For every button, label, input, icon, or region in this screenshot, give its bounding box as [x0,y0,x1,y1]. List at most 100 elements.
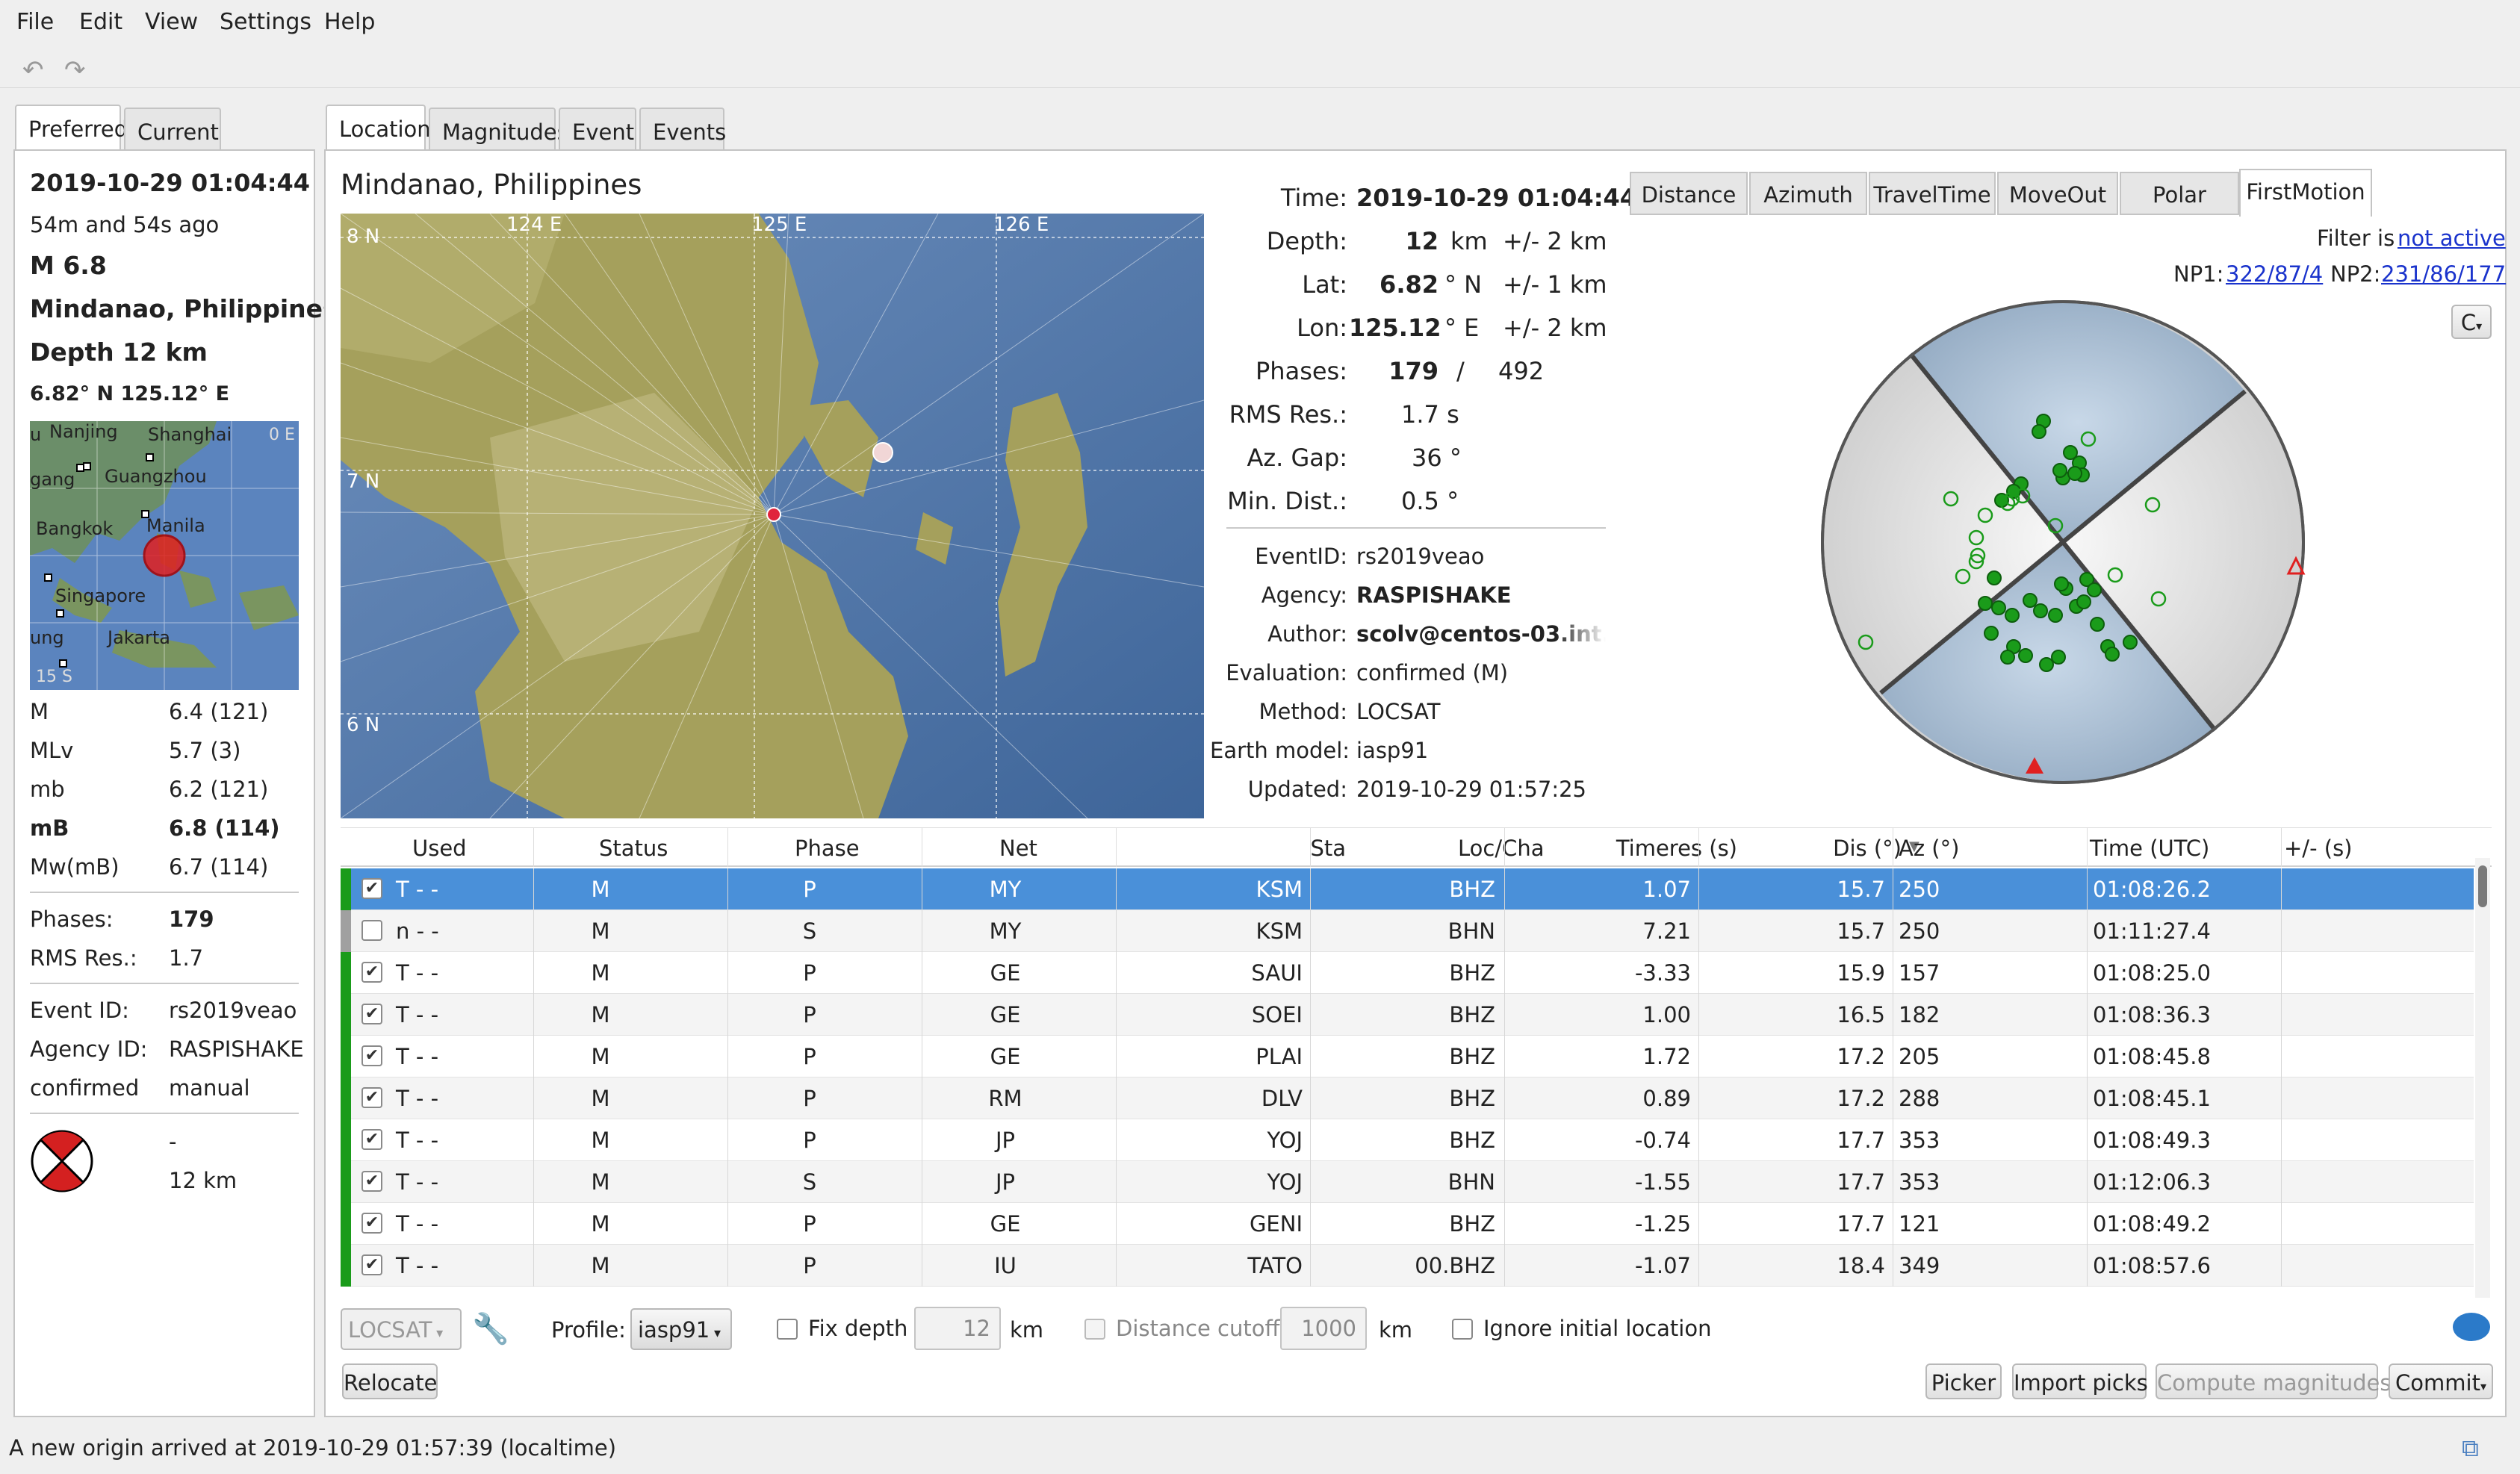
plot-tab-azimuth[interactable]: Azimuth [1749,172,1867,215]
used-checkbox[interactable]: ✔ [361,1087,382,1108]
used-checkbox[interactable]: ✔ [361,1129,382,1150]
cell-sta: KSM [1256,877,1303,902]
used-checkbox[interactable]: ✔ [361,1004,382,1024]
toolbar: ↶ ↷ [0,46,2520,88]
cell-net: GE [990,1044,1021,1069]
map-grid-label: 6 N [347,714,380,736]
cell-net: GE [990,960,1021,986]
picker-button[interactable]: Picker [1925,1363,2002,1399]
table-scrollbar[interactable] [2475,858,2490,1298]
scrollbar-thumb[interactable] [2478,865,2487,907]
plot-tab-firstmotion[interactable]: FirstMotion [2239,169,2372,217]
summary-coords: 6.82° N 125.12° E [30,382,230,405]
col-dis[interactable]: Dis (°) [1790,836,1902,861]
used-checkbox[interactable]: ✔ [361,962,382,983]
arrivals-table[interactable]: Used Status Phase Net Sta Loc/Cha Timere… [341,827,2492,1298]
menu-edit[interactable]: Edit [79,9,122,35]
distance-cutoff-input[interactable]: 1000 [1280,1307,1367,1350]
cell-time: 01:08:45.1 [2093,1086,2211,1111]
col-status[interactable]: Status [599,836,668,861]
fix-depth-input[interactable]: 12 [914,1307,1001,1350]
wrench-icon[interactable]: 🔧 [472,1311,509,1346]
cell-status: M [591,1169,610,1195]
used-checkbox[interactable]: ✔ [361,1254,382,1275]
plot-tab-traveltime[interactable]: TravelTime [1869,172,1996,215]
used-checkbox[interactable] [361,920,382,941]
table-row[interactable]: ✔ T - - M S JP YOJ BHN -1.55 17.7 353 01:12:06.3 [341,1161,2474,1203]
col-time[interactable]: Time (UTC) [2090,836,2209,861]
table-row[interactable]: ✔ T - - M P MY KSM BHZ 1.07 15.7 250 01:08:26.2 [341,868,2474,910]
menu-settings[interactable]: Settings [220,9,311,35]
used-checkbox[interactable]: ✔ [361,1171,382,1192]
chat-bubble-icon[interactable] [2453,1313,2490,1341]
focal-mechanism-beachball-icon [30,1129,94,1193]
col-uncertainty[interactable]: +/- (s) [2284,836,2353,861]
distance-cutoff-checkbox[interactable] [1084,1319,1105,1340]
col-phase[interactable]: Phase [795,836,860,861]
table-row[interactable]: ✔ T - - M P GE SAUI BHZ -3.33 15.9 157 01:08:25.0 [341,952,2474,994]
table-row[interactable]: ✔ T - - M P RM DLV BHZ 0.89 17.2 288 01:08:45.1 [341,1077,2474,1119]
locator-dropdown[interactable]: LOCSAT ▾ [341,1308,462,1350]
used-checkbox[interactable]: ✔ [361,1213,382,1234]
filter-status-link[interactable]: not active [2398,226,2506,251]
divider [1226,527,1606,529]
redo-icon[interactable]: ↷ [64,55,86,85]
ignore-initial-location-checkbox[interactable] [1452,1319,1473,1340]
col-net[interactable]: Net [999,836,1037,861]
plot-tab-polar[interactable]: Polar [2120,172,2239,215]
col-loc-cha[interactable]: Loc/Cha [1458,836,1545,861]
cell-timeres: -1.07 [1634,1253,1691,1278]
table-row[interactable]: ✔ T - - M P IU TATO 00.BHZ -1.07 18.4 349 01:08:57… [341,1245,2474,1287]
tab-current[interactable]: Current [124,108,221,151]
tab-preferred[interactable]: Preferred [15,105,128,151]
col-az[interactable]: Az (°) [1899,836,1959,861]
mag-value-preferred: 6.8 (114) [169,815,280,841]
compute-magnitudes-button[interactable]: Compute magnitudes [2156,1363,2391,1399]
cell-loc-cha: BHZ [1449,1044,1495,1069]
np1-link[interactable]: 322/87/4 [2226,261,2323,287]
cell-time: 01:08:25.0 [2093,960,2211,986]
firstmotion-menu-button[interactable]: C▾ [2451,305,2492,339]
fix-depth-checkbox[interactable] [777,1319,798,1340]
menu-file[interactable]: File [16,9,54,35]
commit-button[interactable]: Commit▾ [2389,1363,2493,1399]
cell-timeres: -0.74 [1634,1128,1691,1153]
np2-link[interactable]: 231/86/177 [2381,261,2506,287]
location-map[interactable]: 124 E 125 E 126 E 8 N 7 N 6 N [341,214,1204,818]
table-row[interactable]: ✔ T - - M P GE SOEI BHZ 1.00 16.5 182 01:08:36.3 [341,994,2474,1036]
used-indicator [341,1161,351,1203]
firstmotion-beachball[interactable] [1816,296,2309,789]
cell-flag: T - - [396,960,439,986]
menu-bar: File Edit View Settings Help [0,0,2520,43]
menu-help[interactable]: Help [324,9,375,35]
profile-dropdown[interactable]: iasp91 ▾ [630,1308,732,1350]
evaluation-mode: manual [169,1075,250,1101]
table-row[interactable]: ✔ T - - M P JP YOJ BHZ -0.74 17.7 353 01:08:49.3 [341,1119,2474,1161]
table-row[interactable]: ✔ T - - M P GE GENI BHZ -1.25 17.7 121 01:08:49.2 [341,1203,2474,1245]
connection-icon: ⧉ [2462,1434,2479,1462]
used-checkbox[interactable]: ✔ [361,878,382,899]
used-checkbox[interactable]: ✔ [361,1045,382,1066]
plot-tab-moveout[interactable]: MoveOut [1997,172,2118,215]
table-row[interactable]: ✔ T - - M P GE PLAI BHZ 1.72 17.2 205 01:08:45.8 [341,1036,2474,1077]
cell-time: 01:08:45.8 [2093,1044,2211,1069]
menu-view[interactable]: View [145,9,198,35]
col-sta[interactable]: Sta [1271,836,1346,861]
col-used[interactable]: Used [412,836,467,861]
plot-tab-distance[interactable]: Distance [1630,172,1748,215]
table-row[interactable]: n - - M S MY KSM BHN 7.21 15.7 250 01:11:27.4 [341,910,2474,952]
col-timeres[interactable]: Timeres (s) [1580,836,1737,861]
undo-icon[interactable]: ↶ [22,55,44,85]
import-picks-button[interactable]: Import picks [2012,1363,2148,1399]
tab-location[interactable]: Location [326,105,431,151]
tab-magnitudes[interactable]: Magnitudes [429,108,568,151]
cell-status: M [591,1002,610,1027]
cell-time: 01:08:49.3 [2093,1128,2211,1153]
cell-loc-cha: BHZ [1449,1002,1495,1027]
cell-phase: P [803,960,816,986]
tab-event[interactable]: Event [559,108,636,151]
relocate-button[interactable]: Relocate [342,1363,438,1399]
used-indicator [341,1119,351,1161]
tab-events[interactable]: Events [639,108,726,151]
overview-map[interactable]: Nanjing Shanghai Guangzhou Bangkok Manil… [30,421,299,690]
